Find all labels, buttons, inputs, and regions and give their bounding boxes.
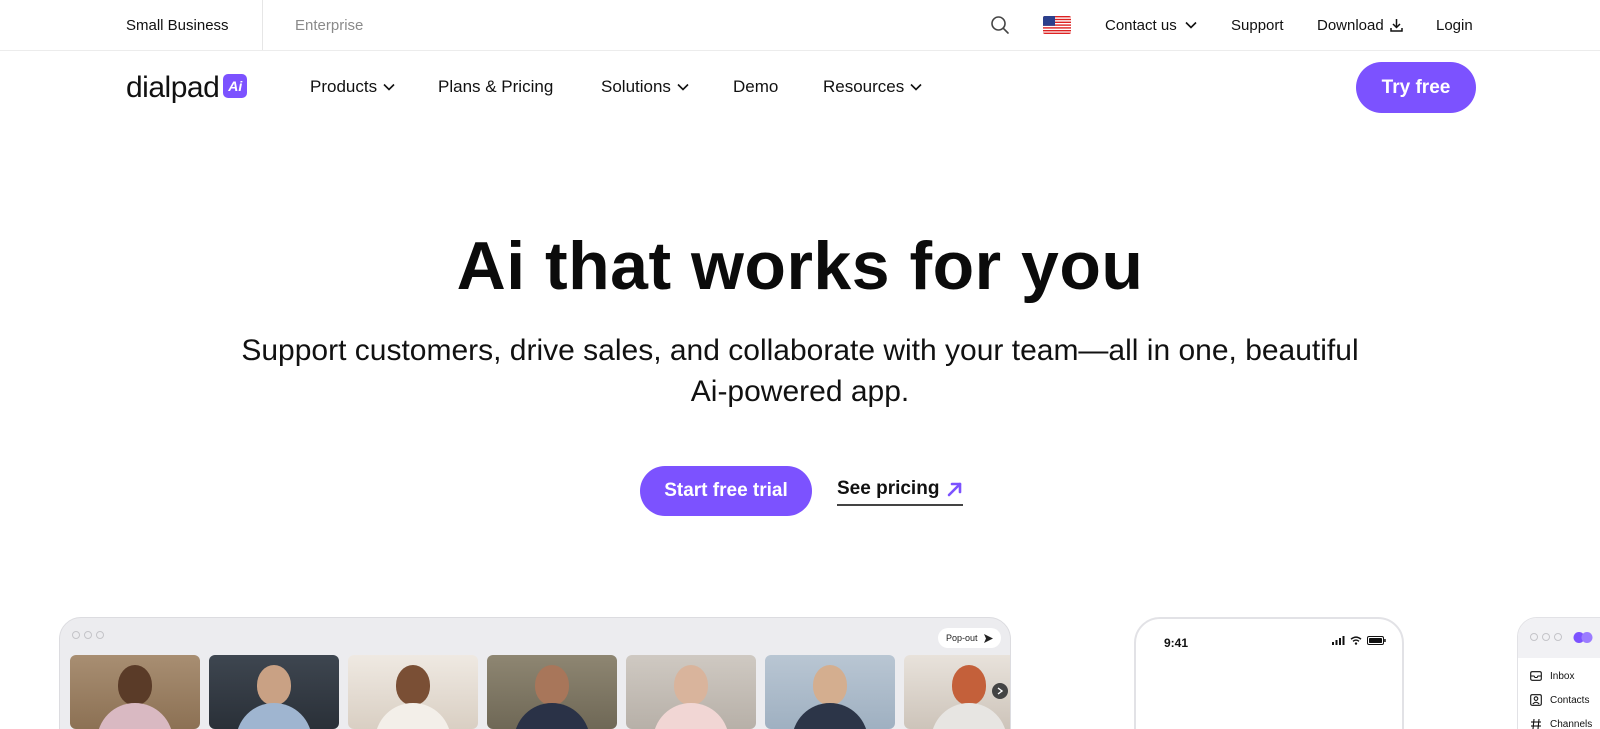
see-pricing-label: See pricing [837,478,940,499]
download-link[interactable]: Download [1317,0,1403,50]
see-pricing-link[interactable]: See pricing [837,476,964,506]
pop-out-button[interactable]: Pop-out [938,628,1001,648]
login-link[interactable]: Login [1436,0,1473,50]
window-dot [1542,633,1550,641]
support-link[interactable]: Support [1231,0,1284,50]
arrow-up-right-icon [948,482,962,497]
segment-divider [262,0,263,50]
nav-plans-pricing[interactable]: Plans & Pricing [438,51,553,123]
chevron-down-icon [1185,21,1197,29]
utility-bar: Small Business Enterprise Contact us Sup… [0,0,1600,51]
chevron-down-icon [910,83,922,91]
next-participants-button[interactable] [992,683,1008,699]
participant-tile[interactable] [70,655,200,729]
wifi-icon [1350,636,1362,645]
dialpad-app-icon [1573,632,1593,643]
sidebar-item-label: Channels [1550,718,1593,729]
download-icon [1389,19,1403,32]
contact-us-menu[interactable]: Contact us [1105,0,1197,50]
sidebar-item-contacts[interactable]: Contacts [1530,688,1600,712]
segment-enterprise[interactable]: Enterprise [295,0,363,50]
chevron-down-icon [383,83,395,91]
window-dot [1554,633,1562,641]
phone-status-icons [1332,636,1386,645]
participant-tile[interactable] [626,655,756,729]
hash-icon [1531,718,1541,729]
participant-tile[interactable] [487,655,617,729]
nav-solutions-label: Solutions [601,77,671,96]
sidebar-item-channels[interactable]: Channels [1530,712,1600,729]
start-free-trial-button[interactable]: Start free trial [640,466,812,516]
sidebar-item-label: Contacts [1550,694,1590,706]
contacts-icon [1530,694,1542,706]
pop-out-label: Pop-out [946,633,978,643]
sidebar-item-inbox[interactable]: Inbox [1530,664,1600,688]
nav-resources[interactable]: Resources [823,51,922,123]
window-dot [84,631,92,639]
us-flag-icon [1043,16,1071,34]
nav-solutions[interactable]: Solutions [601,51,689,123]
hero-subtitle-line-2: Ai-powered app. [690,375,910,408]
hero-subtitle-line-1: Support customers, drive sales, and coll… [241,334,1359,367]
participant-tile[interactable] [209,655,339,729]
segment-small-business[interactable]: Small Business [126,0,229,50]
participant-tile[interactable] [765,655,895,729]
dialpad-logo[interactable]: dialpad Ai [126,69,248,104]
hero-subtitle: Support customers, drive sales, and coll… [150,330,1450,412]
video-meeting-preview: Pop-out [59,617,1011,729]
window-controls [72,631,104,639]
nav-resources-label: Resources [823,77,905,96]
window-dot [72,631,80,639]
search-icon [991,16,1009,34]
download-label: Download [1317,16,1384,34]
participant-tiles [70,655,1010,729]
window-dot [1530,633,1538,641]
mobile-app-preview: 9:41 [1134,617,1404,729]
app-titlebar [1518,618,1600,658]
battery-icon [1367,636,1386,645]
signal-icon [1332,636,1345,645]
hero-title: Ai that works for you [456,228,1144,304]
chevron-down-icon [677,83,689,91]
contact-us-label: Contact us [1105,16,1177,34]
nav-demo[interactable]: Demo [733,51,778,123]
send-icon [983,633,993,643]
nav-products-label: Products [310,77,378,96]
nav-products[interactable]: Products [310,51,395,123]
search-button[interactable] [990,0,1010,50]
desktop-app-preview: Inbox Contacts Channels [1517,617,1600,729]
app-sidebar: Inbox Contacts Channels [1518,658,1600,729]
participant-tile[interactable] [348,655,478,729]
logo-wordmark: dialpad [126,71,220,104]
try-free-button[interactable]: Try free [1356,62,1476,113]
main-nav: dialpad Ai Products Plans & Pricing Solu… [0,51,1600,123]
chevron-right-icon [997,687,1004,695]
region-selector[interactable] [1043,0,1071,50]
sidebar-item-label: Inbox [1550,670,1575,682]
phone-clock: 9:41 [1164,636,1189,650]
logo-ai-badge: Ai [223,74,248,98]
window-dot [96,631,104,639]
window-controls [1530,633,1562,641]
inbox-icon [1530,671,1542,681]
